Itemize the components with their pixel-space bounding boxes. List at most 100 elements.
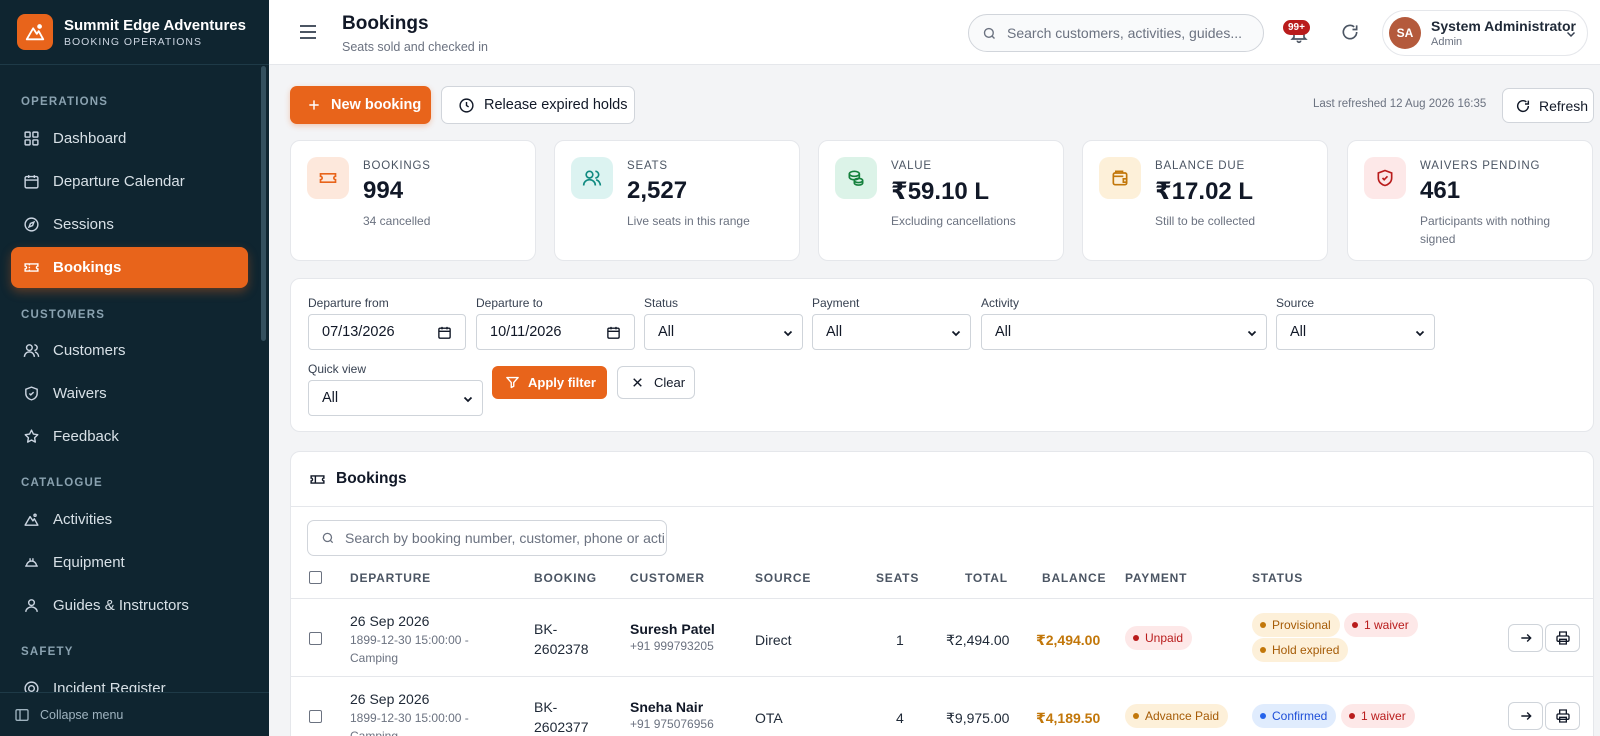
sidebar-item-activities[interactable]: Activities [11,499,248,540]
kpi-card-seats: SEATS 2,527 Live seats in this range [554,140,800,261]
open-booking-button[interactable] [1508,624,1543,652]
column-header-status[interactable]: STATUS [1252,571,1303,585]
sidebar-item-departure-calendar[interactable]: Departure Calendar [11,161,248,202]
sidebar-item-equipment[interactable]: Equipment [11,542,248,583]
open-booking-button[interactable] [1508,702,1543,730]
kpi-note: Participants with nothing signed [1420,214,1551,246]
sidebar-item-label: Customers [53,342,126,359]
sidebar-item-dashboard[interactable]: Dashboard [11,118,248,159]
customer-cell: Sneha Nair +91 975076956 [630,699,714,733]
notifications-button[interactable]: 99+ [1281,18,1315,46]
customer-phone: +91 999793205 [630,639,714,653]
booking-number: 2602377 [534,719,589,735]
clock-icon [459,97,474,113]
column-header-departure[interactable]: DEPARTURE [350,571,431,585]
sidebar-item-feedback[interactable]: Feedback [11,416,248,457]
ticket-icon [307,157,349,199]
balance-cell: ₹4,189.50 [1036,710,1101,726]
booking-number-cell[interactable]: BK- 2602377 [534,697,589,736]
kpi-value: 461 [1420,177,1461,204]
balance-cell: ₹2,494.00 [1036,632,1101,648]
printer-icon [1555,709,1570,723]
source-select-value: All [1290,324,1307,340]
calendar-icon [607,326,620,339]
kpi-label: WAIVERS PENDING [1420,160,1541,172]
departure-from-input[interactable]: 07/13/2026 [308,314,466,350]
print-button[interactable] [1545,624,1580,652]
global-search-placeholder: Search customers, activities, guides... [1007,25,1242,41]
print-button[interactable] [1545,702,1580,730]
sidebar-item-waivers[interactable]: Waivers [11,373,248,414]
departure-to-value: 10/11/2026 [490,324,562,340]
booking-number-cell[interactable]: BK- 2602378 [534,619,589,659]
waiver-badge: 1 waiver [1341,704,1415,728]
chevron-down-icon [1415,330,1425,337]
payment-select[interactable]: All [812,314,971,350]
activity-select[interactable]: All [981,314,1267,350]
departure-to-label: Departure to [476,296,543,310]
select-all-checkbox[interactable] [309,571,322,584]
notification-count-badge: 99+ [1283,20,1310,35]
sidebar-item-label: Dashboard [53,130,127,147]
status-dot-icon [1133,713,1139,719]
column-header-balance[interactable]: BALANCE [1042,571,1106,585]
compass-icon [24,217,39,232]
chevron-down-icon [951,330,961,337]
column-header-booking[interactable]: BOOKING [534,571,597,585]
hold-badge-label: Hold expired [1272,643,1340,657]
bookings-search-input[interactable]: Search by booking number, customer, phon… [307,520,667,556]
menu-icon[interactable] [299,24,317,45]
column-header-total[interactable]: TOTAL [965,571,1008,585]
shield-icon [1364,157,1406,199]
global-search-input[interactable]: Search customers, activities, guides... [968,14,1264,52]
nav-section-safety: SAFETY [21,646,74,658]
new-booking-button[interactable]: New booking [290,86,431,124]
users-icon [23,344,40,357]
hold-expired-badge: Hold expired [1252,638,1349,662]
kpi-label: SEATS [627,160,668,172]
waiver-badge: 1 waiver [1344,613,1418,637]
departure-to-input[interactable]: 10/11/2026 [476,314,635,350]
calendar-icon [438,326,451,339]
row-checkbox[interactable] [309,632,322,645]
collapse-menu-button[interactable]: Collapse menu [0,692,269,736]
status-select[interactable]: All [644,314,803,350]
column-header-seats[interactable]: SEATS [876,571,919,585]
ticket-icon [24,263,39,272]
release-expired-holds-button[interactable]: Release expired holds [441,86,635,124]
kpi-note: Excluding cancellations [891,214,1016,228]
status-filter-label: Status [644,296,679,310]
total-cell: ₹2,494.00 [946,632,1010,648]
status-dot-icon [1352,622,1358,628]
user-menu[interactable]: SA System Administrator Admin [1382,10,1588,56]
kpi-card-waivers-pending: WAIVERS PENDING 461 Participants with no… [1347,140,1593,261]
status-dot-icon [1349,713,1355,719]
sidebar-scrollbar[interactable] [261,66,266,341]
column-header-payment[interactable]: PAYMENT [1125,571,1187,585]
column-header-source[interactable]: SOURCE [755,571,811,585]
quick-view-select[interactable]: All [308,380,483,416]
filter-panel: Departure from 07/13/2026 Departure to 1… [290,278,1594,432]
user-role: Admin [1431,36,1463,48]
column-header-customer[interactable]: CUSTOMER [630,571,705,585]
payment-filter-label: Payment [812,296,860,310]
booking-number-prefix: BK- [534,621,558,637]
quick-view-value: All [322,390,339,406]
refresh-icon[interactable] [1340,22,1360,47]
source-select[interactable]: All [1276,314,1435,350]
sidebar-item-sessions[interactable]: Sessions [11,204,248,245]
mountain-icon [24,513,39,526]
sidebar-item-bookings[interactable]: Bookings [11,247,248,288]
chevron-down-icon [463,396,473,403]
departure-time: 1899-12-30 15:00:00 - [350,633,469,647]
total-cell: ₹9,975.00 [946,710,1010,726]
page-subtitle: Seats sold and checked in [342,40,488,54]
clear-filter-button[interactable]: Clear [617,366,695,399]
sidebar-item-guides[interactable]: Guides & Instructors [11,585,248,626]
sidebar-item-customers[interactable]: Customers [11,330,248,371]
refresh-button[interactable]: Refresh [1502,88,1594,123]
apply-filter-button[interactable]: Apply filter [492,366,607,399]
plus-icon [309,100,319,110]
row-checkbox[interactable] [309,710,322,723]
sidebar-item-label: Departure Calendar [53,173,185,190]
